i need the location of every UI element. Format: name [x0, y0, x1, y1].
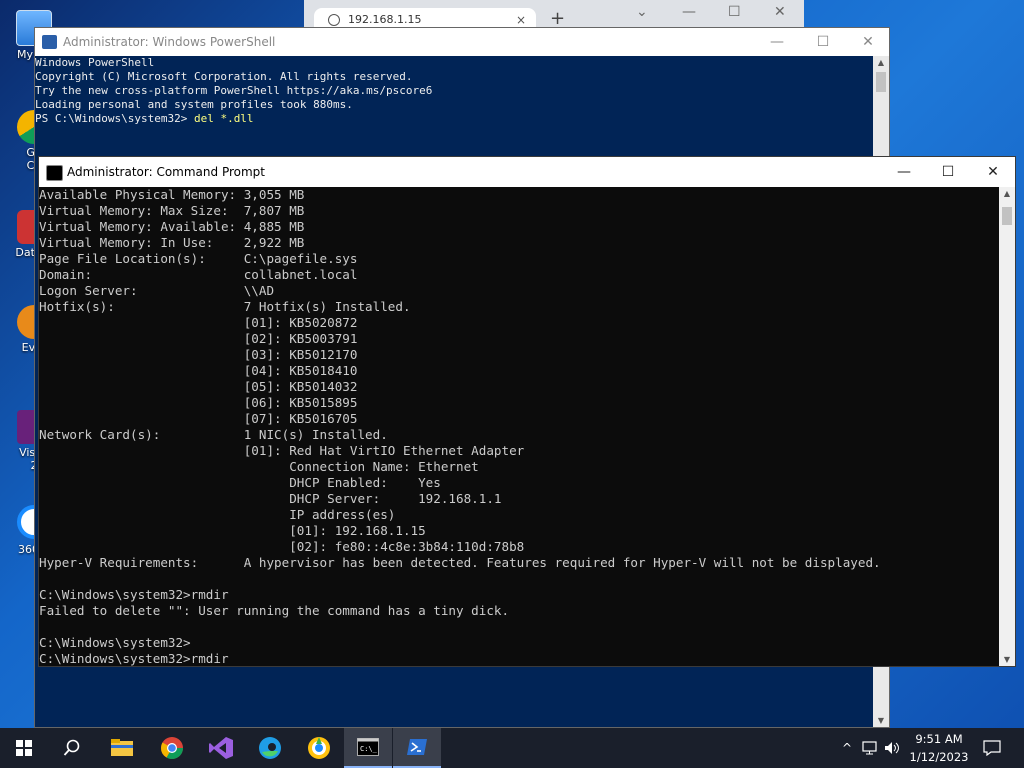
console-line: Try the new cross-platform PowerShell ht…	[35, 84, 433, 97]
360-browser-button[interactable]	[295, 728, 343, 768]
folder-icon	[111, 739, 133, 756]
cmd-title: Administrator: Command Prompt	[67, 165, 265, 179]
network-icon[interactable]	[860, 728, 880, 768]
console-line: [02]: fe80::4c8e:3b84:110d:78b8	[39, 539, 525, 554]
console-line: [04]: KB5018410	[39, 363, 358, 378]
scroll-up-arrow-icon[interactable]: ▲	[999, 189, 1015, 198]
file-explorer-button[interactable]	[98, 728, 146, 768]
clock-time: 9:51 AM	[915, 732, 963, 746]
browser-window[interactable]: 192.168.1.15 × + ⌄ — ☐ ✕	[304, 0, 804, 32]
volume-icon[interactable]	[882, 728, 904, 768]
scroll-down-arrow-icon[interactable]: ▼	[999, 655, 1015, 664]
console-prompt-line: PS C:\Windows\system32> del *.dll	[35, 112, 873, 126]
svg-text:C:\_: C:\_	[360, 745, 378, 753]
powershell-icon	[407, 739, 427, 755]
console-line: [02]: KB5003791	[39, 331, 358, 346]
search-button[interactable]	[48, 728, 96, 768]
clock-date: 1/12/2023	[909, 750, 969, 764]
console-line: Virtual Memory: Max Size: 7,807 MB	[39, 203, 305, 218]
tab-title: 192.168.1.15	[348, 13, 422, 26]
edge-icon	[259, 737, 281, 759]
console-line: Windows PowerShell	[35, 56, 155, 69]
command-prompt-taskbar-button[interactable]: C:\_	[344, 728, 392, 768]
cmd-console[interactable]: Available Physical Memory: 3,055 MB Virtu…	[39, 187, 999, 666]
console-prompt: PS C:\Windows\system32>	[35, 112, 194, 125]
console-line: C:\Windows\system32>rmdir	[39, 651, 229, 666]
console-command: del *.dll	[193, 112, 254, 125]
console-line: [03]: KB5012170	[39, 347, 358, 362]
console-line: IP address(es)	[39, 507, 396, 522]
globe-icon	[328, 14, 340, 26]
console-line: C:\Windows\system32>rmdir	[39, 587, 229, 602]
powershell-minimize-button[interactable]: —	[754, 28, 800, 56]
show-hidden-icons-button[interactable]: ^	[836, 728, 858, 768]
console-line: [01]: Red Hat VirtIO Ethernet Adapter	[39, 443, 525, 458]
powershell-titlebar[interactable]: Administrator: Windows PowerShell — ☐ ✕	[35, 28, 889, 56]
console-line: [01]: KB5020872	[39, 315, 358, 330]
visual-studio-icon	[209, 737, 233, 759]
console-line: Failed to delete "": User running the co…	[39, 603, 510, 618]
chrome-button[interactable]	[148, 728, 196, 768]
powershell-taskbar-button[interactable]	[393, 728, 441, 768]
console-line: Virtual Memory: In Use: 2,922 MB	[39, 235, 305, 250]
console-line: Copyright (C) Microsoft Corporation. All…	[35, 70, 413, 83]
browser-close-button[interactable]: ✕	[774, 4, 786, 20]
edge-button[interactable]	[246, 728, 294, 768]
powershell-icon	[42, 35, 57, 49]
scroll-up-arrow-icon[interactable]: ▲	[873, 58, 889, 67]
notification-center-button[interactable]	[978, 728, 1006, 768]
console-line: Loading personal and system profiles too…	[35, 98, 353, 111]
cmd-icon	[46, 165, 63, 181]
visual-studio-button[interactable]	[197, 728, 245, 768]
console-line: Hotfix(s): 7 Hotfix(s) Installed.	[39, 299, 411, 314]
console-line: [07]: KB5016705	[39, 411, 358, 426]
console-line: [05]: KB5014032	[39, 379, 358, 394]
console-line: Logon Server: \\AD	[39, 283, 275, 298]
command-prompt-window[interactable]: Administrator: Command Prompt — ☐ ✕ Avai…	[38, 156, 1016, 667]
windows-logo-icon	[16, 740, 32, 756]
taskbar: C:\_ ^ 9:51 AM 1/12/2023	[0, 728, 1024, 768]
cmd-minimize-button[interactable]: —	[881, 157, 927, 187]
console-line: Domain: collabnet.local	[39, 267, 358, 282]
cmd-titlebar[interactable]: Administrator: Command Prompt — ☐ ✕	[39, 157, 1015, 187]
console-line: DHCP Enabled: Yes	[39, 475, 441, 490]
tab-search-button[interactable]: ⌄	[636, 4, 648, 20]
console-line: Virtual Memory: Available: 4,885 MB	[39, 219, 305, 234]
scroll-down-arrow-icon[interactable]: ▼	[873, 716, 889, 725]
console-line: Available Physical Memory: 3,055 MB	[39, 187, 305, 202]
powershell-title: Administrator: Windows PowerShell	[63, 35, 276, 49]
chrome-icon	[161, 737, 183, 759]
console-line: [01]: 192.168.1.15	[39, 523, 426, 538]
cmd-maximize-button[interactable]: ☐	[925, 157, 971, 187]
console-line: Network Card(s): 1 NIC(s) Installed.	[39, 427, 388, 442]
new-tab-button[interactable]: +	[550, 8, 565, 29]
console-line: Connection Name: Ethernet	[39, 459, 479, 474]
360-browser-icon	[308, 737, 330, 759]
console-line: Hyper-V Requirements: A hypervisor has b…	[39, 555, 881, 570]
powershell-maximize-button[interactable]: ☐	[800, 28, 846, 56]
taskbar-clock[interactable]: 9:51 AM 1/12/2023	[906, 730, 972, 766]
cmd-icon: C:\_	[357, 738, 379, 756]
console-line: [06]: KB5015895	[39, 395, 358, 410]
scrollbar-thumb[interactable]	[1002, 207, 1012, 225]
browser-maximize-button[interactable]: ☐	[728, 4, 741, 20]
console-line: DHCP Server: 192.168.1.1	[39, 491, 502, 506]
scrollbar-thumb[interactable]	[876, 72, 886, 92]
start-button[interactable]	[0, 728, 48, 768]
browser-minimize-button[interactable]: —	[682, 4, 696, 20]
cmd-scrollbar[interactable]: ▲ ▼	[999, 187, 1015, 666]
notification-icon	[983, 740, 1001, 756]
console-line: Page File Location(s): C:\pagefile.sys	[39, 251, 358, 266]
console-line: C:\Windows\system32>	[39, 635, 191, 650]
search-icon	[63, 739, 80, 756]
powershell-close-button[interactable]: ✕	[845, 28, 891, 56]
cmd-close-button[interactable]: ✕	[970, 157, 1016, 187]
